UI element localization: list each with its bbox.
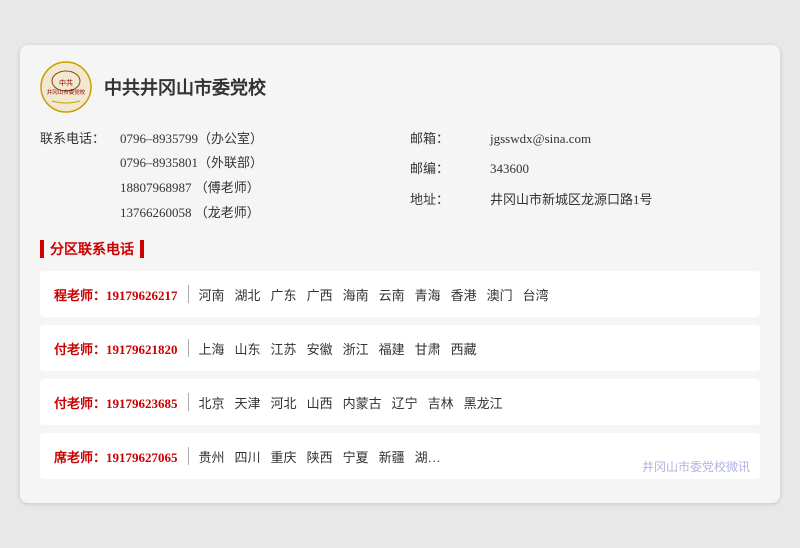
region-areas: 河南湖北广东广西海南云南青海香港澳门台湾 [199,285,549,304]
main-card: 中共 井冈山市委党校 中共井冈山市委党校 联系电话： 0796–8935799（… [20,45,780,504]
region-areas: 贵州四川重庆陕西宁夏新疆湖… [199,447,441,466]
region-area-item: 西藏 [451,339,477,358]
region-area-item: 湖… [415,447,441,466]
region-divider-icon [188,339,189,357]
svg-text:中共: 中共 [59,78,73,87]
region-row: 席老师：19179627065 贵州四川重庆陕西宁夏新疆湖… 井冈山市委党校微讯 [40,433,760,479]
region-area-item: 河南 [199,285,225,304]
region-area-item: 澳门 [487,285,513,304]
region-divider-icon [188,285,189,303]
region-area-item: 湖北 [235,285,261,304]
phone-ext2-row: 18807968987 （傅老师） [40,176,390,201]
phone-label: 联系电话： [40,127,120,152]
region-teacher: 席老师：19179627065 [54,447,178,466]
phone-ext1-value: 0796–8935801（外联部） [120,151,263,176]
region-area-item: 天津 [235,393,261,412]
region-area-item: 北京 [199,393,225,412]
svg-text:井冈山市委党校: 井冈山市委党校 [47,88,86,96]
postcode-label: 邮编： [410,157,490,182]
region-area-item: 山东 [235,339,261,358]
region-areas: 北京天津河北山西内蒙古辽宁吉林黑龙江 [199,393,503,412]
phone-ext1-row: 0796–8935801（外联部） [40,151,390,176]
region-area-item: 台湾 [523,285,549,304]
region-areas: 上海山东江苏安徽浙江福建甘肃西藏 [199,339,477,358]
region-area-item: 广东 [271,285,297,304]
region-area-item: 黑龙江 [464,393,503,412]
region-area-item: 海南 [343,285,369,304]
region-area-item: 四川 [235,447,261,466]
region-divider-icon [188,447,189,465]
address-row: 地址： 井冈山市新城区龙源口路1号 [410,188,760,213]
header: 中共 井冈山市委党校 中共井冈山市委党校 [40,61,760,113]
region-divider-icon [188,393,189,411]
region-area-item: 江苏 [271,339,297,358]
region-area-item: 青海 [415,285,441,304]
regions-container: 程老师：19179626217 河南湖北广东广西海南云南青海香港澳门台湾付老师：1… [40,271,760,479]
region-area-item: 辽宁 [392,393,418,412]
section-title: 分区联系电话 [50,239,134,259]
phone-main-row: 联系电话： 0796–8935799（办公室） [40,127,390,152]
region-row: 程老师：19179626217 河南湖北广东广西海南云南青海香港澳门台湾 [40,271,760,317]
contact-grid: 联系电话： 0796–8935799（办公室） 0796–8935801（外联部… [40,127,760,226]
phone-ext3-row: 13766260058 （龙老师） [40,201,390,226]
region-area-item: 陕西 [307,447,333,466]
region-row: 付老师：19179623685 北京天津河北山西内蒙古辽宁吉林黑龙江 [40,379,760,425]
region-area-item: 广西 [307,285,333,304]
address-value: 井冈山市新城区龙源口路1号 [490,188,653,213]
region-area-item: 河北 [271,393,297,412]
region-area-item: 贵州 [199,447,225,466]
region-teacher: 付老师：19179623685 [54,393,178,412]
region-area-item: 上海 [199,339,225,358]
region-teacher: 程老师：19179626217 [54,285,178,304]
region-area-item: 安徽 [307,339,333,358]
address-label: 地址： [410,188,490,213]
region-area-item: 浙江 [343,339,369,358]
region-area-item: 重庆 [271,447,297,466]
region-area-item: 福建 [379,339,405,358]
phone-ext2-value: 18807968987 （傅老师） [120,176,260,201]
region-row: 付老师：19179621820 上海山东江苏安徽浙江福建甘肃西藏 [40,325,760,371]
contact-left: 联系电话： 0796–8935799（办公室） 0796–8935801（外联部… [40,127,390,226]
bar-right-icon [140,240,144,258]
region-area-item: 新疆 [379,447,405,466]
school-logo: 中共 井冈山市委党校 [40,61,92,113]
region-area-item: 宁夏 [343,447,369,466]
contact-right: 邮箱： jgsswdx@sina.com 邮编： 343600 地址： 井冈山市… [410,127,760,226]
section-divider: 分区联系电话 [40,239,760,259]
postcode-row: 邮编： 343600 [410,157,760,182]
postcode-value: 343600 [490,157,529,182]
region-area-item: 甘肃 [415,339,441,358]
email-value: jgsswdx@sina.com [490,127,591,152]
region-area-item: 云南 [379,285,405,304]
phone-ext3-value: 13766260058 （龙老师） [120,201,260,226]
email-label: 邮箱： [410,127,490,152]
email-row: 邮箱： jgsswdx@sina.com [410,127,760,152]
bar-left-icon [40,240,44,258]
phone-main-value: 0796–8935799（办公室） [120,127,263,152]
region-teacher: 付老师：19179621820 [54,339,178,358]
region-area-item: 内蒙古 [343,393,382,412]
region-area-item: 香港 [451,285,477,304]
watermark: 井冈山市委党校微讯 [642,458,750,475]
region-area-item: 吉林 [428,393,454,412]
school-name: 中共井冈山市委党校 [104,74,266,100]
region-area-item: 山西 [307,393,333,412]
